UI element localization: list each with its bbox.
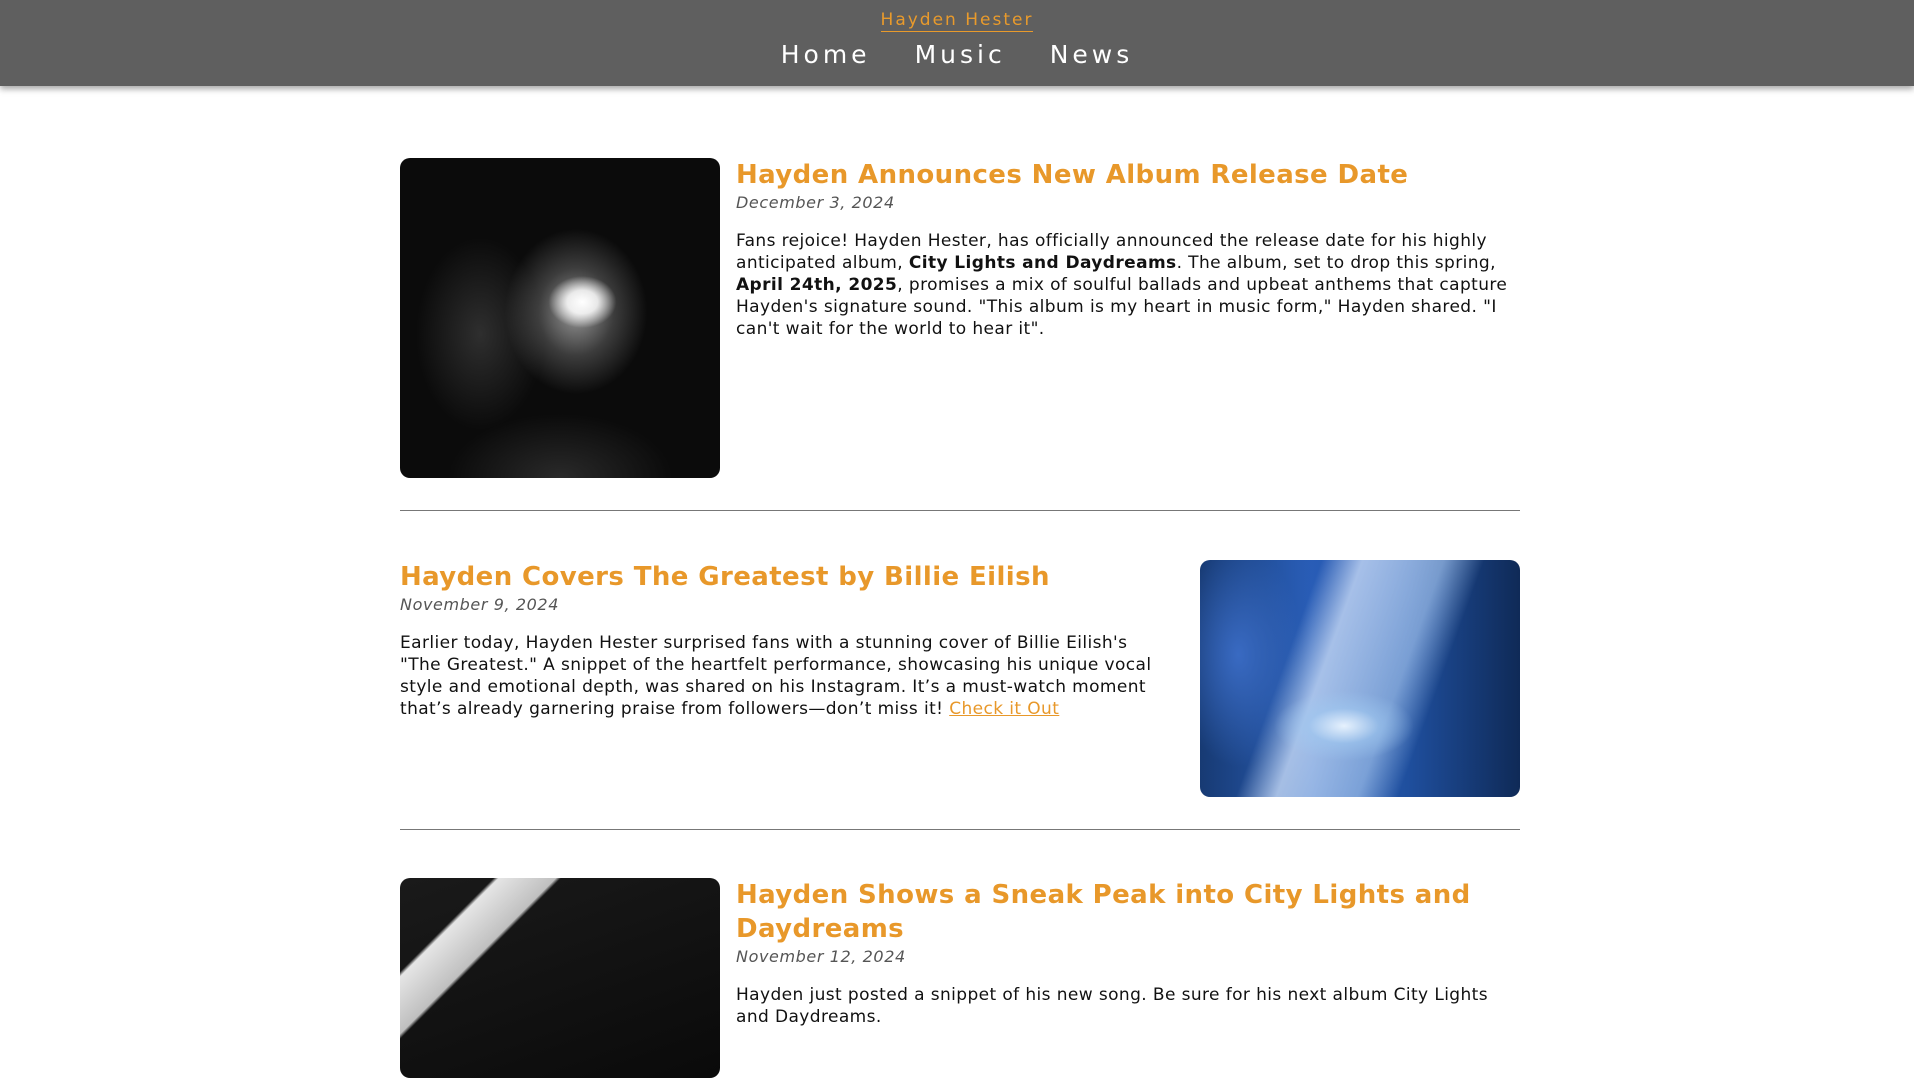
main-nav: Home Music News <box>0 40 1914 69</box>
article-title: Hayden Announces New Album Release Date <box>736 160 1409 190</box>
news-article-sneak-peak: Hayden Shows a Sneak Peak into City Ligh… <box>400 878 1520 1078</box>
check-it-out-link[interactable]: Check it Out <box>949 699 1059 719</box>
nav-news[interactable]: News <box>1050 40 1134 69</box>
article-text: Hayden Covers The Greatest by Billie Eil… <box>400 560 1160 720</box>
nav-music[interactable]: Music <box>915 40 1006 69</box>
article-date: November 9, 2024 <box>400 595 559 614</box>
article-image-sneak-peak <box>400 878 720 1078</box>
article-image-guitar <box>1200 560 1520 797</box>
article-title: Hayden Covers The Greatest by Billie Eil… <box>400 562 1050 592</box>
article-body: Fans rejoice! Hayden Hester, has officia… <box>736 231 1508 339</box>
article-text: Hayden Announces New Album Release Date … <box>736 158 1520 340</box>
article-title: Hayden Shows a Sneak Peak into City Ligh… <box>736 880 1471 944</box>
article-body: Hayden just posted a snippet of his new … <box>736 985 1488 1027</box>
brand: Hayden Hester <box>0 10 1914 32</box>
article-divider <box>400 829 1520 830</box>
news-article-billie-eilish-cover: Hayden Covers The Greatest by Billie Eil… <box>400 560 1520 797</box>
news-article-album-release: Hayden Announces New Album Release Date … <box>400 158 1520 478</box>
article-text: Hayden Shows a Sneak Peak into City Ligh… <box>736 878 1520 1028</box>
article-date: November 12, 2024 <box>736 947 906 966</box>
article-divider <box>400 510 1520 511</box>
article-image-album-release <box>400 158 720 478</box>
article-date: December 3, 2024 <box>736 193 895 212</box>
brand-name[interactable]: Hayden Hester <box>880 10 1034 32</box>
nav-home[interactable]: Home <box>781 40 871 69</box>
article-body: Earlier today, Hayden Hester surprised f… <box>400 633 1152 719</box>
site-header: Hayden Hester Home Music News <box>0 0 1914 86</box>
